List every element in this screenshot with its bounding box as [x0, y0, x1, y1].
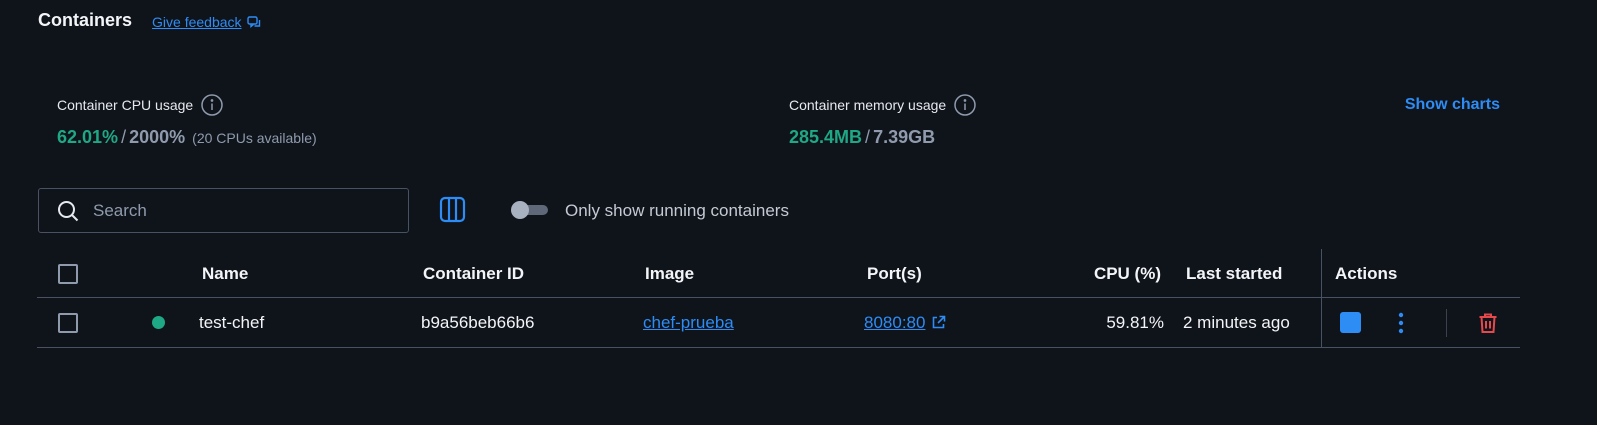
port-link[interactable]: 8080:80	[864, 313, 925, 333]
table-row[interactable]: test-chef b9a56beb66b6 chef-prueba 8080:…	[37, 298, 1520, 348]
page-title: Containers	[38, 10, 133, 30]
column-header-ports[interactable]: Port(s)	[867, 250, 922, 297]
stop-cell	[1340, 298, 1361, 347]
give-feedback-link[interactable]: Give feedback	[152, 14, 261, 30]
containers-table: Name Container ID Image Port(s) CPU (%) …	[37, 249, 1520, 348]
search-input[interactable]	[93, 200, 393, 221]
external-link-icon[interactable]	[931, 315, 946, 330]
container-id: b9a56beb66b6	[421, 312, 535, 332]
memory-separator: /	[865, 127, 871, 147]
ports-cell: 8080:80	[864, 298, 946, 347]
running-only-label: Only show running containers	[565, 201, 789, 220]
memory-usage-stat: Container memory usage 285.4MB/7.39GB	[789, 94, 976, 148]
image-cell: chef-prueba	[643, 298, 734, 347]
stop-icon[interactable]	[1340, 312, 1361, 333]
columns-icon	[439, 196, 466, 223]
last-started: 2 minutes ago	[1183, 312, 1290, 332]
cpu-used: 62.01%	[57, 127, 119, 147]
column-header-container-id[interactable]: Container ID	[423, 250, 524, 297]
container-name[interactable]: test-chef	[199, 298, 264, 347]
column-header-image[interactable]: Image	[645, 250, 694, 297]
kebab-menu-icon[interactable]	[1397, 312, 1405, 334]
column-header-cpu[interactable]: CPU (%)	[1061, 250, 1161, 297]
cpu-usage-label: Container CPU usage	[57, 97, 194, 113]
image-link[interactable]: chef-prueba	[643, 313, 734, 333]
info-circle-icon[interactable]	[201, 94, 223, 116]
cpu-usage-label-row: Container CPU usage	[57, 94, 317, 116]
cpu-available: (20 CPUs available)	[192, 130, 317, 146]
cpu-separator: /	[121, 127, 127, 147]
cpu-percent: 59.81%	[1106, 312, 1164, 332]
cpu-total: 2000%	[129, 127, 186, 147]
column-header-last-started[interactable]: Last started	[1186, 250, 1282, 297]
cpu-usage-value: 62.01%/2000% (20 CPUs available)	[57, 127, 317, 148]
select-all-cell	[58, 250, 78, 297]
select-all-checkbox[interactable]	[58, 263, 78, 284]
more-cell	[1397, 298, 1405, 347]
memory-usage-value: 285.4MB/7.39GB	[789, 127, 976, 148]
page-header: Containers Give feedback	[38, 10, 261, 31]
row-checkbox[interactable]	[58, 312, 78, 333]
memory-usage-label: Container memory usage	[789, 97, 947, 113]
actions-separator	[1446, 309, 1447, 337]
memory-usage-label-row: Container memory usage	[789, 94, 976, 116]
row-select-cell	[58, 298, 78, 347]
toggle-knob	[511, 201, 529, 219]
give-feedback-label: Give feedback	[152, 14, 242, 30]
show-charts-button[interactable]: Show charts	[1405, 96, 1500, 114]
running-status-dot	[152, 316, 165, 329]
search-icon	[58, 200, 79, 221]
running-only-toggle[interactable]	[511, 201, 548, 219]
info-circle-icon[interactable]	[954, 94, 976, 116]
trash-icon[interactable]	[1478, 312, 1498, 334]
search-box[interactable]	[38, 188, 409, 233]
chat-bubble-icon	[246, 15, 260, 28]
status-cell	[152, 298, 165, 347]
table-header-row: Name Container ID Image Port(s) CPU (%) …	[37, 250, 1520, 298]
delete-cell	[1478, 298, 1498, 347]
memory-used: 285.4MB	[789, 127, 863, 147]
memory-total: 7.39GB	[873, 127, 936, 147]
column-header-name[interactable]: Name	[202, 250, 248, 297]
cpu-usage-stat: Container CPU usage 62.01%/2000% (20 CPU…	[57, 94, 317, 148]
columns-button[interactable]	[439, 196, 466, 228]
column-header-actions: Actions	[1335, 263, 1398, 283]
